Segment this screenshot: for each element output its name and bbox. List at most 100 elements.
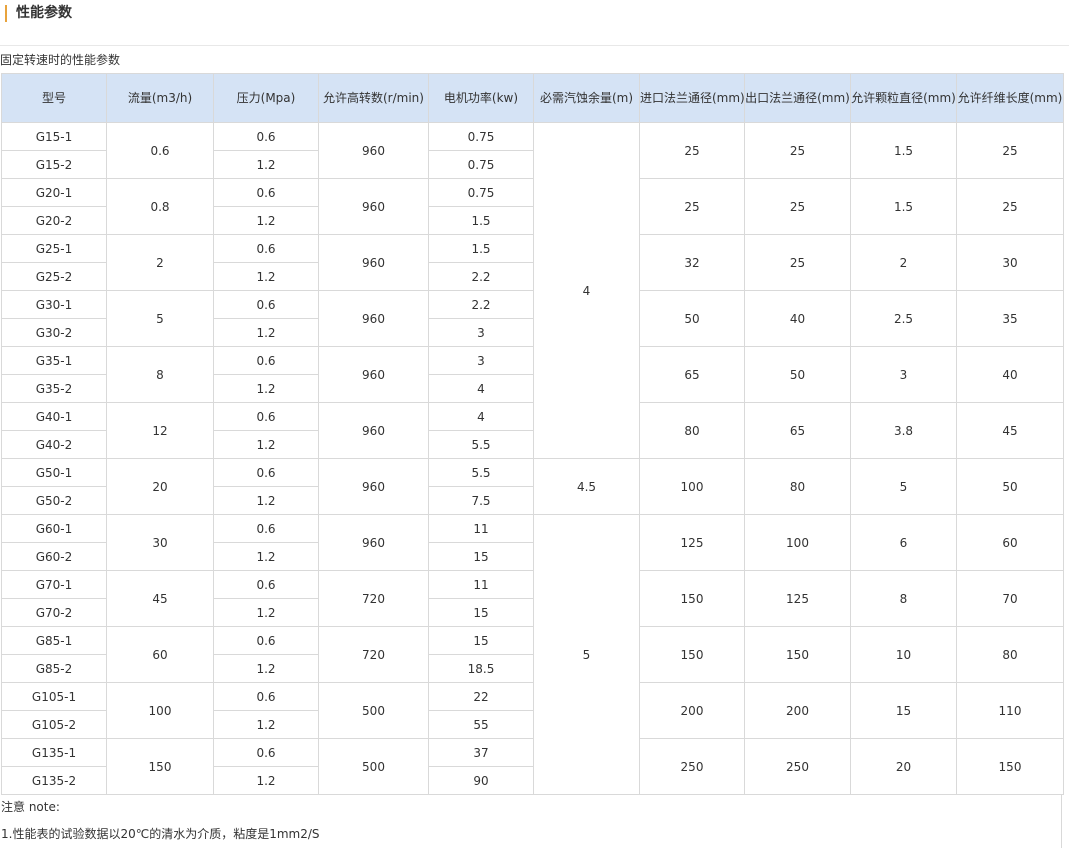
cell-outlet: 25 xyxy=(744,234,851,291)
cell-outlet: 80 xyxy=(744,458,851,515)
cell-power: 5.5 xyxy=(428,458,534,487)
header-fiber: 允许纤维长度(mm) xyxy=(956,73,1064,123)
cell-model: G35-1 xyxy=(1,346,107,375)
cell-power: 15 xyxy=(428,598,534,627)
cell-power: 2.2 xyxy=(428,290,534,319)
cell-outlet: 65 xyxy=(744,402,851,459)
cell-outlet: 250 xyxy=(744,738,851,795)
table-body: G15-1 0.6 0.6 960 0.75 4 25 25 1.5 25 G15-2 1.2 0.75… xyxy=(1,122,1064,795)
cell-speed: 960 xyxy=(318,346,429,403)
cell-power: 3 xyxy=(428,346,534,375)
cell-outlet: 200 xyxy=(744,682,851,739)
cell-model: G105-1 xyxy=(1,682,107,711)
cell-flow: 5 xyxy=(106,290,214,347)
cell-fiber: 60 xyxy=(956,514,1064,571)
cell-flow: 150 xyxy=(106,738,214,795)
cell-power: 4 xyxy=(428,402,534,431)
cell-outlet: 25 xyxy=(744,122,851,179)
cell-npsh: 5 xyxy=(533,514,640,795)
cell-particle: 2 xyxy=(850,234,957,291)
header-speed: 允许高转数(r/min) xyxy=(318,73,429,123)
cell-model: G40-2 xyxy=(1,430,107,459)
cell-speed: 720 xyxy=(318,570,429,627)
cell-power: 7.5 xyxy=(428,486,534,515)
cell-pressure: 1.2 xyxy=(213,486,319,515)
cell-model: G135-1 xyxy=(1,738,107,767)
cell-pressure: 1.2 xyxy=(213,318,319,347)
cell-speed: 960 xyxy=(318,234,429,291)
performance-table: 型号 流量(m3/h) 压力(Mpa) 允许高转数(r/min) 电机功率(kw… xyxy=(1,73,1064,795)
cell-pressure: 1.2 xyxy=(213,374,319,403)
header-outlet: 出口法兰通径(mm) xyxy=(744,73,851,123)
cell-power: 15 xyxy=(428,542,534,571)
cell-fiber: 25 xyxy=(956,122,1064,179)
cell-outlet: 100 xyxy=(744,514,851,571)
table-header-row: 型号 流量(m3/h) 压力(Mpa) 允许高转数(r/min) 电机功率(kw… xyxy=(1,73,1064,123)
cell-fiber: 80 xyxy=(956,626,1064,683)
notes: 注意 note: 1.性能表的试验数据以20℃的清水为介质，粘度是1mm2/S xyxy=(0,794,1062,848)
table-row: G25-1 2 0.6 960 1.5 32 25 2 30 xyxy=(1,234,1064,291)
table-row: G35-1 8 0.6 960 3 65 50 3 40 xyxy=(1,346,1064,403)
cell-inlet: 200 xyxy=(639,682,745,739)
cell-flow: 2 xyxy=(106,234,214,291)
notes-label: 注意 note: xyxy=(0,794,1062,821)
table-row: G15-1 0.6 0.6 960 0.75 4 25 25 1.5 25 xyxy=(1,122,1064,459)
cell-inlet: 150 xyxy=(639,570,745,627)
cell-speed: 960 xyxy=(318,290,429,347)
cell-model: G15-2 xyxy=(1,150,107,179)
cell-pressure: 1.2 xyxy=(213,710,319,739)
cell-speed: 720 xyxy=(318,626,429,683)
cell-speed: 960 xyxy=(318,514,429,571)
cell-pressure: 1.2 xyxy=(213,262,319,291)
cell-pressure: 0.6 xyxy=(213,738,319,767)
table-row: G20-1 0.8 0.6 960 0.75 25 25 1.5 25 xyxy=(1,178,1064,235)
header-inlet: 进口法兰通径(mm) xyxy=(639,73,745,123)
table-caption: 固定转速时的性能参数 xyxy=(0,53,121,67)
cell-npsh: 4 xyxy=(533,122,640,459)
cell-model: G35-2 xyxy=(1,374,107,403)
cell-model: G105-2 xyxy=(1,710,107,739)
cell-power: 90 xyxy=(428,766,534,795)
cell-pressure: 0.6 xyxy=(213,402,319,431)
cell-fiber: 110 xyxy=(956,682,1064,739)
cell-power: 11 xyxy=(428,514,534,543)
cell-speed: 500 xyxy=(318,738,429,795)
cell-power: 0.75 xyxy=(428,122,534,151)
note-item: 1.性能表的试验数据以20℃的清水为介质，粘度是1mm2/S xyxy=(0,821,1062,848)
cell-particle: 10 xyxy=(850,626,957,683)
accent-bar xyxy=(5,5,7,22)
cell-inlet: 25 xyxy=(639,178,745,235)
cell-inlet: 25 xyxy=(639,122,745,179)
cell-outlet: 25 xyxy=(744,178,851,235)
cell-outlet: 40 xyxy=(744,290,851,347)
cell-particle: 8 xyxy=(850,570,957,627)
cell-pressure: 0.6 xyxy=(213,514,319,543)
cell-pressure: 1.2 xyxy=(213,542,319,571)
cell-pressure: 1.2 xyxy=(213,598,319,627)
header-flow: 流量(m3/h) xyxy=(106,73,214,123)
cell-flow: 100 xyxy=(106,682,214,739)
table-row: G135-1 150 0.6 500 37 250 250 20 150 xyxy=(1,738,1064,795)
cell-pressure: 1.2 xyxy=(213,766,319,795)
cell-pressure: 0.6 xyxy=(213,346,319,375)
cell-power: 18.5 xyxy=(428,654,534,683)
cell-model: G70-2 xyxy=(1,598,107,627)
cell-flow: 45 xyxy=(106,570,214,627)
cell-flow: 60 xyxy=(106,626,214,683)
cell-pressure: 0.6 xyxy=(213,290,319,319)
cell-model: G20-2 xyxy=(1,206,107,235)
cell-flow: 30 xyxy=(106,514,214,571)
cell-flow: 0.6 xyxy=(106,122,214,179)
cell-inlet: 32 xyxy=(639,234,745,291)
cell-particle: 1.5 xyxy=(850,122,957,179)
cell-pressure: 0.6 xyxy=(213,122,319,151)
cell-npsh: 4.5 xyxy=(533,458,640,515)
cell-power: 22 xyxy=(428,682,534,711)
cell-inlet: 150 xyxy=(639,626,745,683)
cell-power: 55 xyxy=(428,710,534,739)
cell-particle: 3 xyxy=(850,346,957,403)
table-row: G60-1 30 0.6 960 11 5 125 100 6 60 xyxy=(1,514,1064,795)
cell-fiber: 25 xyxy=(956,178,1064,235)
cell-particle: 20 xyxy=(850,738,957,795)
header-particle: 允许颗粒直径(mm) xyxy=(850,73,957,123)
